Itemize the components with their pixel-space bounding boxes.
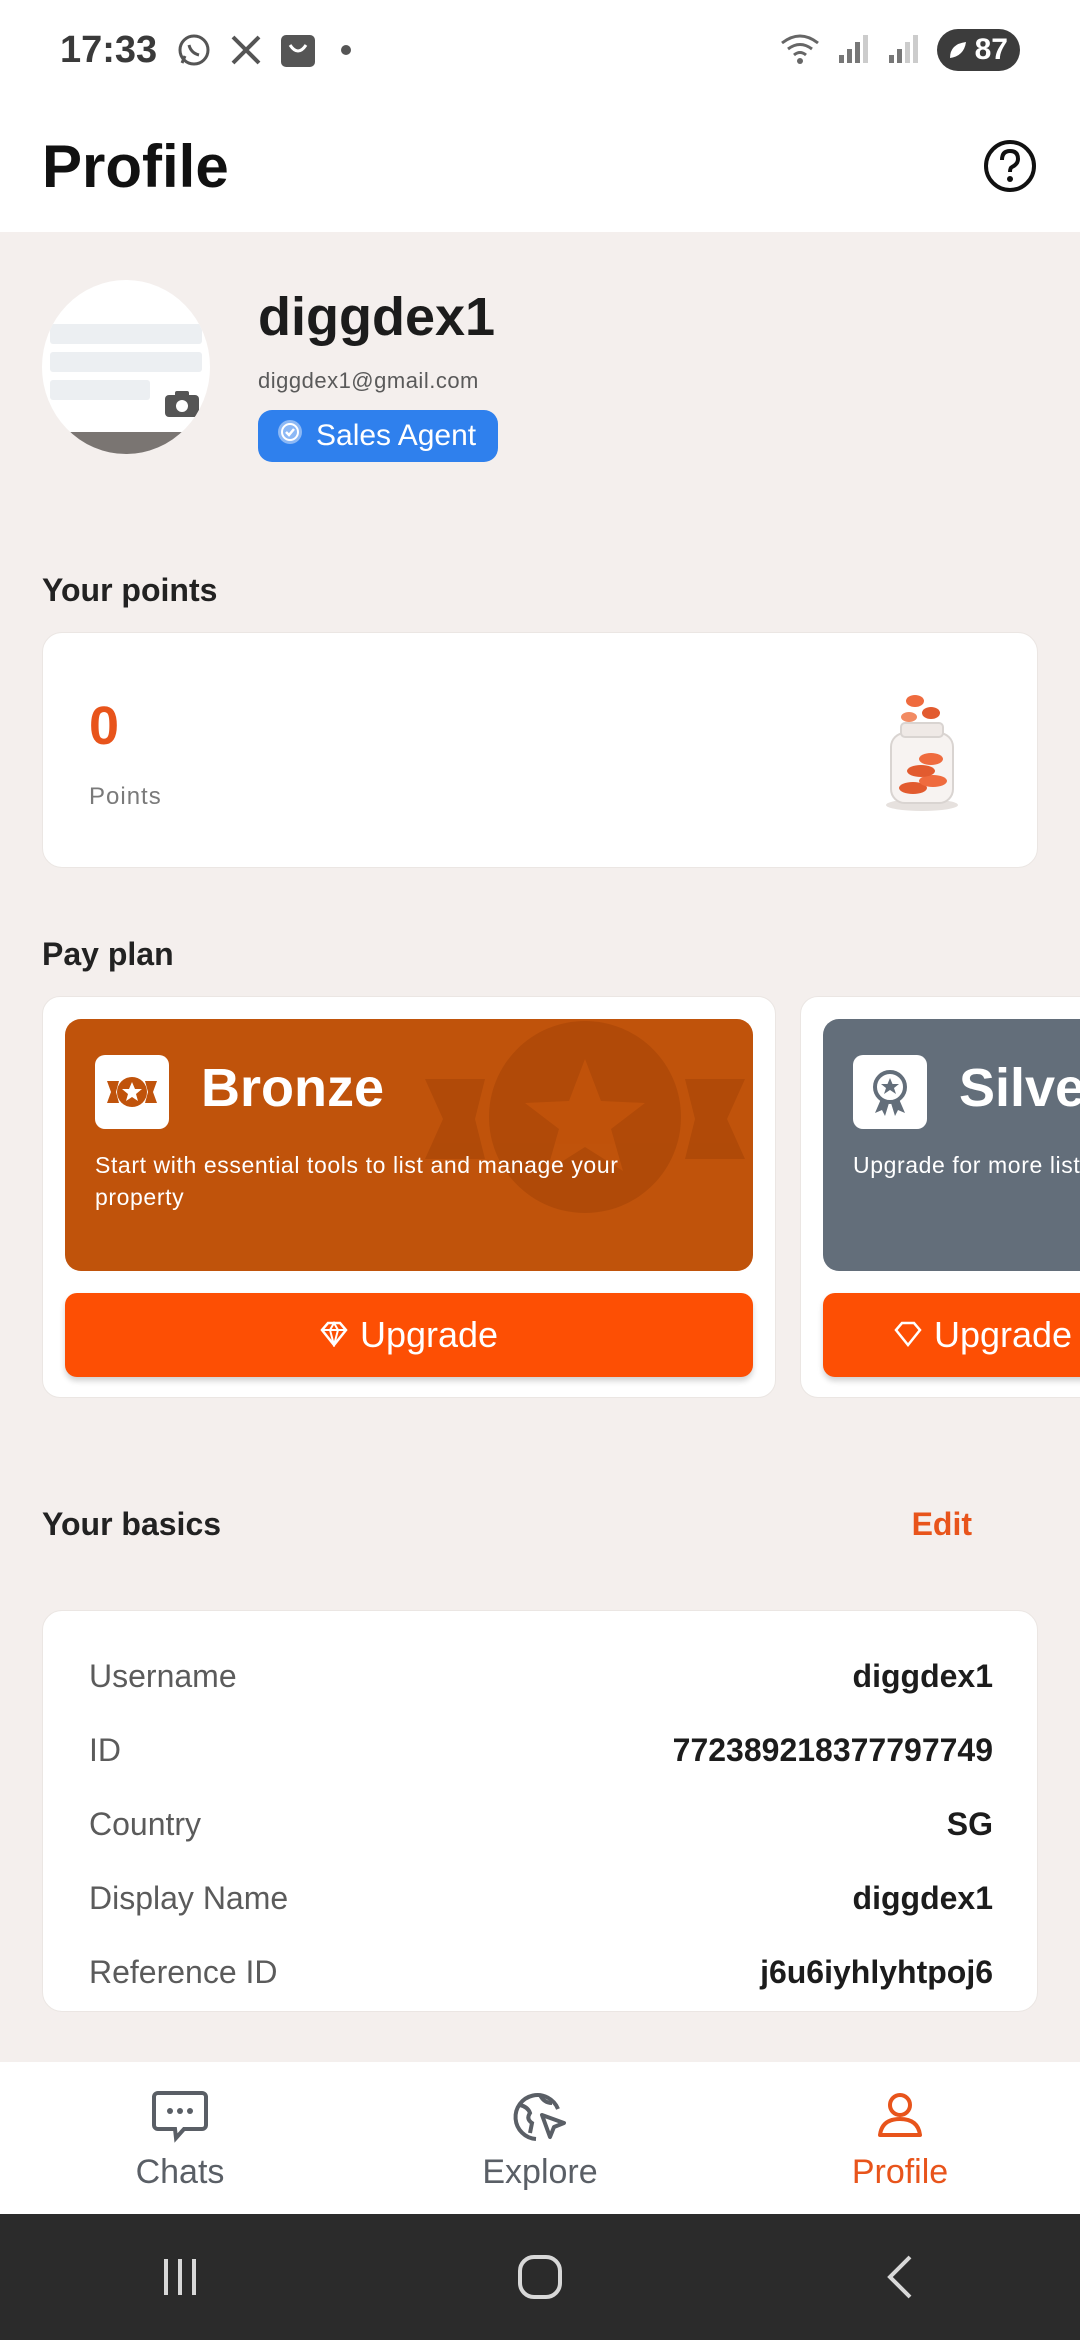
pay-plan-section-title: Pay plan (42, 936, 174, 972)
plan-banner-bronze: Bronze Start with essential tools to lis… (65, 1019, 753, 1271)
medal-watermark-icon (425, 1019, 745, 1271)
points-label: Points (89, 783, 162, 810)
basics-section-title: Your basics (42, 1506, 222, 1542)
basics-row-country: Country SG (89, 1787, 993, 1861)
app-header: Profile (0, 100, 1080, 232)
avatar-stripe (50, 380, 150, 400)
plan-card-silver[interactable]: Silver Upgrade for more listing features… (800, 996, 1080, 1398)
bottom-nav: Chats Explore Profile (0, 2062, 1080, 2214)
profile-header: diggdex1 diggdex1@gmail.com Sales Agent (42, 280, 1042, 470)
points-card[interactable]: 0 Points (42, 632, 1038, 868)
basics-row-reference-id: Reference ID j6u6iyhlyhtpoj6 (89, 1935, 993, 2009)
profile-icon (870, 2085, 930, 2145)
role-label: Sales Agent (316, 419, 477, 452)
plan-banner-silver: Silver Upgrade for more listing features… (823, 1019, 1080, 1271)
role-badge: Sales Agent (258, 410, 499, 462)
plan-description: Upgrade for more listing features. (853, 1152, 1080, 1178)
whatsapp-icon (175, 31, 213, 69)
avatar-stripe (50, 324, 202, 344)
help-circle-icon[interactable] (982, 138, 1038, 194)
basics-key: Reference ID (89, 1953, 278, 1990)
basics-card: Username diggdex1 ID 772389218377797749 … (42, 1610, 1038, 2012)
diamond-icon (320, 1314, 348, 1356)
basics-row-id: ID 772389218377797749 (89, 1713, 993, 1787)
diamond-icon (894, 1314, 922, 1356)
nav-label: Profile (851, 2152, 949, 2191)
basics-value: 772389218377797749 (672, 1731, 993, 1768)
upgrade-button[interactable]: Upgrade (65, 1293, 753, 1377)
system-navigation-bar (0, 2214, 1080, 2340)
back-icon[interactable] (860, 2247, 940, 2307)
page-title: Profile (42, 132, 229, 200)
signal-roaming-icon (887, 31, 921, 70)
chat-icon (150, 2085, 210, 2145)
basics-key: Country (89, 1805, 202, 1842)
profile-name: diggdex1 (258, 287, 496, 347)
battery-level: 87 (974, 33, 1008, 66)
nav-label: Chats (135, 2152, 225, 2191)
upgrade-label: Upgrade (359, 1314, 499, 1355)
bronze-badge-icon (95, 1055, 169, 1129)
plan-card-bronze[interactable]: Bronze Start with essential tools to lis… (42, 996, 776, 1398)
basics-value: j6u6iyhlyhtpoj6 (760, 1953, 993, 1990)
coin-jar-icon (877, 693, 967, 813)
verified-icon (276, 418, 304, 454)
nav-item-profile[interactable]: Profile (750, 2085, 1050, 2192)
status-bar: 17:33 87 (0, 0, 1080, 100)
basics-key: Display Name (89, 1879, 289, 1916)
upgrade-label: Upgrade (933, 1314, 1073, 1355)
plan-name: Bronze (201, 1058, 385, 1118)
basics-row-username: Username diggdex1 (89, 1639, 993, 1713)
more-notifications-dot (341, 45, 352, 55)
nav-label: Explore (482, 2152, 598, 2191)
silver-badge-icon (853, 1055, 927, 1129)
basics-value: diggdex1 (852, 1879, 993, 1916)
avatar-stripe (50, 352, 202, 372)
plan-name: Silver (959, 1058, 1080, 1118)
home-icon[interactable] (500, 2247, 580, 2307)
shop-icon (279, 31, 317, 69)
basics-key: Username (89, 1657, 237, 1694)
upgrade-button[interactable]: Upgrade (823, 1293, 1080, 1377)
plan-description: Start with essential tools to list and m… (95, 1152, 619, 1210)
avatar-shade (42, 432, 210, 454)
system-status-icons: 87 (779, 29, 1020, 71)
points-section-title: Your points (42, 572, 218, 608)
wifi-icon (779, 31, 821, 70)
battery-icon: 87 (936, 29, 1020, 71)
edit-basics-link[interactable]: Edit (912, 1506, 972, 1543)
explore-icon (510, 2085, 570, 2145)
signal-icon (837, 31, 871, 70)
avatar[interactable] (42, 280, 210, 454)
camera-icon[interactable] (164, 390, 200, 418)
nav-item-chats[interactable]: Chats (30, 2085, 330, 2192)
recent-apps-icon[interactable] (140, 2247, 220, 2307)
x-icon (227, 31, 265, 69)
basics-value: diggdex1 (852, 1657, 993, 1694)
basics-value: SG (946, 1805, 993, 1842)
basics-key: ID (89, 1731, 121, 1768)
points-value: 0 (89, 696, 120, 756)
basics-row-display-name: Display Name diggdex1 (89, 1861, 993, 1935)
status-time: 17:33 (60, 28, 158, 71)
nav-item-explore[interactable]: Explore (390, 2085, 690, 2192)
notification-icons (175, 31, 352, 69)
profile-email: diggdex1@gmail.com (258, 368, 479, 393)
